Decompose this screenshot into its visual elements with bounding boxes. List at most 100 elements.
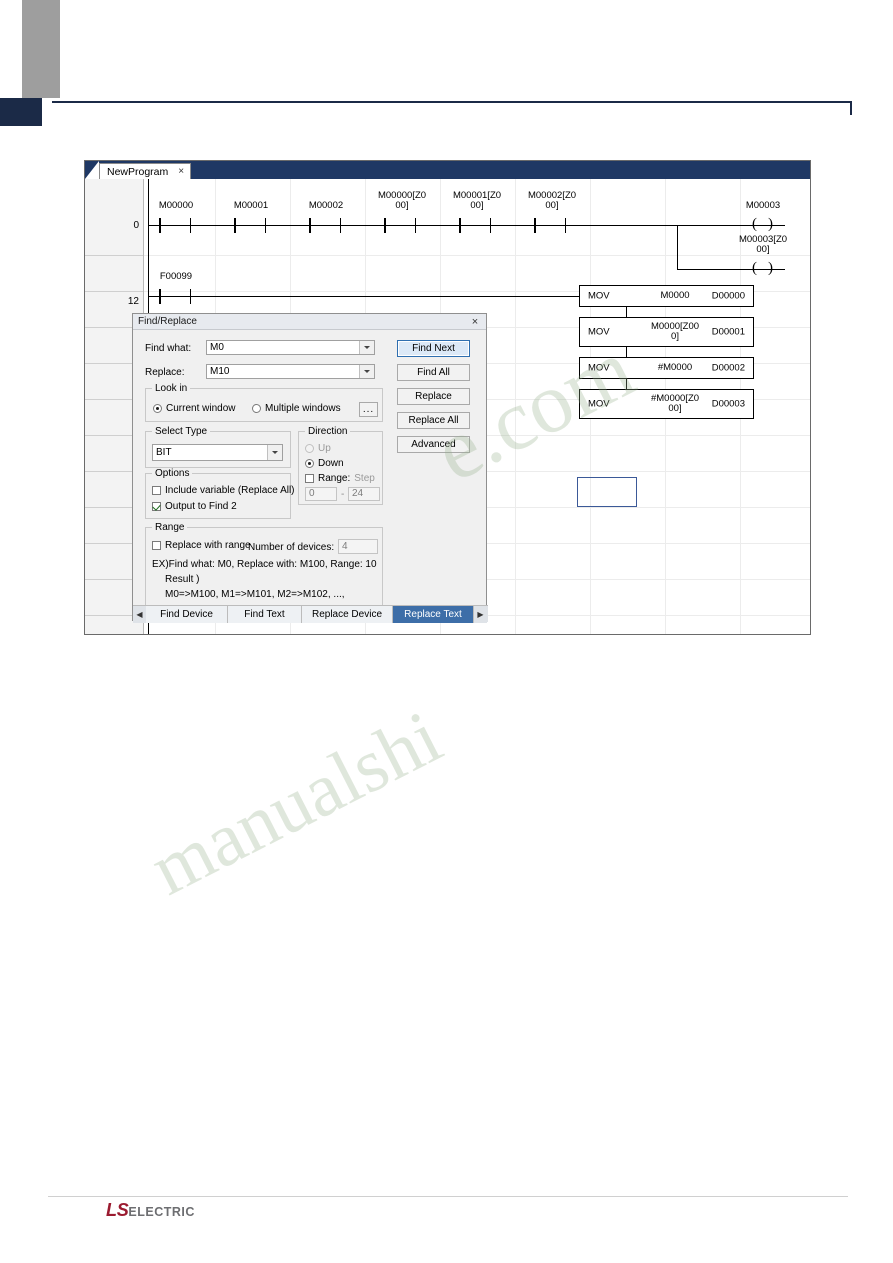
fb-operand-2: D00003 [711, 398, 745, 410]
contact-label: F00099 [159, 271, 193, 282]
rung12-branch-vline [626, 296, 627, 402]
direction-title: Direction [305, 426, 351, 437]
find-next-button[interactable]: Find Next [397, 340, 470, 357]
find-all-button[interactable]: Find All [397, 364, 470, 381]
output-to-find2-label: Output to Find 2 [165, 501, 237, 512]
checkbox-icon [305, 474, 314, 483]
checkbox-icon [152, 541, 161, 550]
radio-multiple-windows[interactable]: Multiple windows [252, 403, 341, 414]
contact-m00002-z000[interactable] [534, 214, 566, 236]
range-to-input[interactable]: 24 [348, 487, 380, 501]
checkbox-icon [152, 486, 161, 495]
range-title: Range [152, 522, 188, 533]
checkbox-include-variable[interactable]: Include variable (Replace All) [152, 485, 295, 496]
replace-button[interactable]: Replace [397, 388, 470, 405]
checkbox-replace-with-range[interactable]: Replace with range [152, 540, 251, 551]
coil-label: M00003 [745, 200, 781, 211]
brand-ls: LS [106, 1200, 129, 1220]
function-block-mov-2[interactable]: MOV M0000[Z00 0] D00001 [579, 317, 754, 347]
editor-tab-bar: NewProgram × [85, 161, 810, 179]
range-example-line2: Result ) [165, 574, 200, 585]
number-of-devices-label: Number of devices: [248, 542, 335, 553]
function-block-mov-1[interactable]: MOV M0000 D00000 [579, 285, 754, 307]
function-block-mov-3[interactable]: MOV #M0000 D00002 [579, 357, 754, 379]
function-block-mov-4[interactable]: MOV #M0000[Z0 00] D00003 [579, 389, 754, 419]
find-what-label: Find what: [145, 343, 192, 354]
plc-editor-screenshot: NewProgram × 0 12 M00000 M00001 M00002 M… [84, 160, 811, 635]
checkbox-output-to-find2[interactable]: Output to Find 2 [152, 501, 237, 512]
dialog-title-bar: Find/Replace × [133, 314, 486, 330]
select-type-combobox[interactable]: BIT [152, 444, 283, 461]
chevron-down-icon[interactable] [359, 365, 374, 378]
radio-direction-up[interactable]: Up [305, 443, 331, 454]
close-icon[interactable]: × [468, 315, 482, 329]
replace-all-button[interactable]: Replace All [397, 412, 470, 429]
contact-m00000[interactable] [159, 214, 191, 236]
tab-replace-device[interactable]: Replace Device [302, 606, 393, 623]
fb-operand-1: #M0000 [657, 362, 693, 373]
page-header-rule-tick [850, 101, 852, 115]
find-what-value: M0 [210, 342, 224, 353]
contact-m00001[interactable] [234, 214, 266, 236]
replace-with-range-label: Replace with range [165, 540, 251, 551]
footer-rule [48, 1196, 848, 1197]
dialog-body: Find what: M0 Replace: M10 Look in Curre… [133, 330, 488, 623]
brand-electric: ELECTRIC [128, 1205, 195, 1219]
fb-operand-1: #M0000[Z0 00] [650, 393, 700, 414]
fb-operand-1: M0000[Z00 0] [650, 321, 700, 342]
grid-line [515, 179, 516, 634]
radio-current-window-label: Current window [166, 403, 236, 414]
options-group: Options [145, 468, 291, 519]
checkbox-range[interactable]: Range: Step [305, 473, 375, 484]
contact-label: M00002[Z0 00] [527, 190, 577, 211]
chevron-down-icon[interactable] [267, 445, 282, 460]
tab-bar-slant [85, 161, 99, 179]
advanced-button[interactable]: Advanced [397, 436, 470, 453]
fb-operator: MOV [588, 326, 610, 338]
dialog-tab-strip: ◀ Find Device Find Text Replace Device R… [133, 605, 488, 623]
fb-operator: MOV [588, 362, 610, 374]
gutter-separator [85, 291, 143, 292]
contact-f00099[interactable] [159, 285, 191, 307]
options-title: Options [152, 468, 193, 479]
range-from-input[interactable]: 0 [305, 487, 337, 501]
tab-find-text[interactable]: Find Text [228, 606, 302, 623]
contact-m00001-z000[interactable] [459, 214, 491, 236]
radio-current-window[interactable]: Current window [153, 403, 235, 414]
tab-replace-text[interactable]: Replace Text [393, 606, 474, 623]
browse-button[interactable]: ... [359, 402, 378, 417]
fb-operand-2: D00002 [711, 362, 745, 374]
radio-direction-down[interactable]: Down [305, 458, 344, 469]
replace-label: Replace: [145, 367, 185, 378]
watermark-line-2: manualshi [137, 694, 455, 912]
include-variable-label: Include variable (Replace All) [165, 485, 295, 496]
coil-m00003[interactable]: ( ) [740, 214, 785, 236]
contact-label: M00000 [158, 200, 194, 211]
contact-label: M00002 [308, 200, 344, 211]
radio-icon [305, 459, 314, 468]
chevron-down-icon[interactable] [359, 341, 374, 354]
tab-scroll-left-icon[interactable]: ◀ [133, 606, 146, 623]
contact-m00000-z000[interactable] [384, 214, 416, 236]
dialog-title-label: Find/Replace [138, 316, 197, 327]
grid-line [143, 255, 810, 256]
step-label: Step [354, 473, 375, 484]
footer-logo: LSELECTRIC [106, 1200, 195, 1221]
tab-newprogram[interactable]: NewProgram × [99, 163, 192, 179]
find-replace-dialog[interactable]: Find/Replace × Find what: M0 Replace: M1… [132, 313, 488, 623]
contact-label: M00001[Z0 00] [452, 190, 502, 211]
contact-label: M00001 [233, 200, 269, 211]
radio-icon [252, 404, 261, 413]
replace-value: M10 [210, 366, 230, 377]
close-icon[interactable]: × [178, 166, 184, 177]
contact-m00002[interactable] [309, 214, 341, 236]
tab-find-device[interactable]: Find Device [146, 606, 228, 623]
replace-combobox[interactable]: M10 [206, 364, 375, 379]
coil-m00003-z000[interactable]: ( ) [740, 258, 785, 280]
coil-label: M00003[Z0 00] [738, 234, 788, 255]
contact-label: M00000[Z0 00] [377, 190, 427, 211]
find-what-combobox[interactable]: M0 [206, 340, 375, 355]
number-of-devices-input[interactable]: 4 [338, 539, 378, 554]
tab-scroll-right-icon[interactable]: ▶ [474, 606, 487, 623]
ladder-cell-cursor[interactable] [577, 477, 637, 507]
